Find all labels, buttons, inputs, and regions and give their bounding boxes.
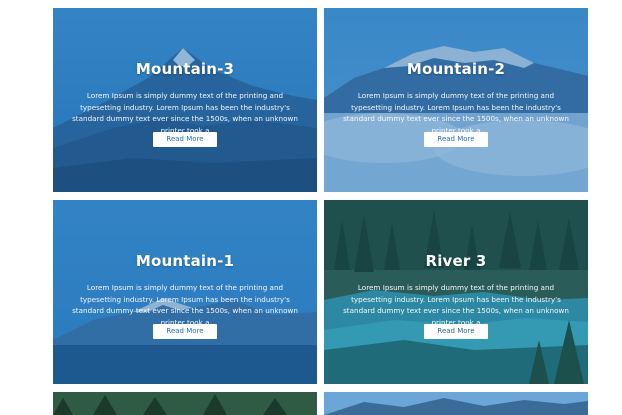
mountain-image xyxy=(324,392,588,415)
forest-image xyxy=(53,392,317,415)
card-grid: Mountain-3 Lorem Ipsum is simply dummy t… xyxy=(0,0,622,415)
card-mountain-1: Mountain-1 Lorem Ipsum is simply dummy t… xyxy=(53,200,317,384)
card-content: Mountain-3 Lorem Ipsum is simply dummy t… xyxy=(53,8,317,192)
card-content: River 3 Lorem Ipsum is simply dummy text… xyxy=(324,200,588,384)
card-title: Mountain-1 xyxy=(135,252,235,270)
read-more-button[interactable]: Read More xyxy=(153,132,217,147)
card-description: Lorem Ipsum is simply dummy text of the … xyxy=(72,283,298,327)
card-description: Lorem Ipsum is simply dummy text of the … xyxy=(343,91,569,135)
card-mountain-3: Mountain-3 Lorem Ipsum is simply dummy t… xyxy=(53,8,317,192)
read-more-button[interactable]: Read More xyxy=(153,324,217,339)
card-partial-left xyxy=(53,392,317,415)
card-title: Mountain-2 xyxy=(406,60,506,78)
card-title: Mountain-3 xyxy=(135,60,235,78)
card-content: Mountain-2 Lorem Ipsum is simply dummy t… xyxy=(324,8,588,192)
card-partial-right xyxy=(324,392,588,415)
card-content: Mountain-1 Lorem Ipsum is simply dummy t… xyxy=(53,200,317,384)
read-more-button[interactable]: Read More xyxy=(424,132,488,147)
read-more-button[interactable]: Read More xyxy=(424,324,488,339)
card-mountain-2: Mountain-2 Lorem Ipsum is simply dummy t… xyxy=(324,8,588,192)
card-river-3: River 3 Lorem Ipsum is simply dummy text… xyxy=(324,200,588,384)
card-description: Lorem Ipsum is simply dummy text of the … xyxy=(343,283,569,327)
card-description: Lorem Ipsum is simply dummy text of the … xyxy=(72,91,298,135)
card-title: River 3 xyxy=(425,252,487,270)
